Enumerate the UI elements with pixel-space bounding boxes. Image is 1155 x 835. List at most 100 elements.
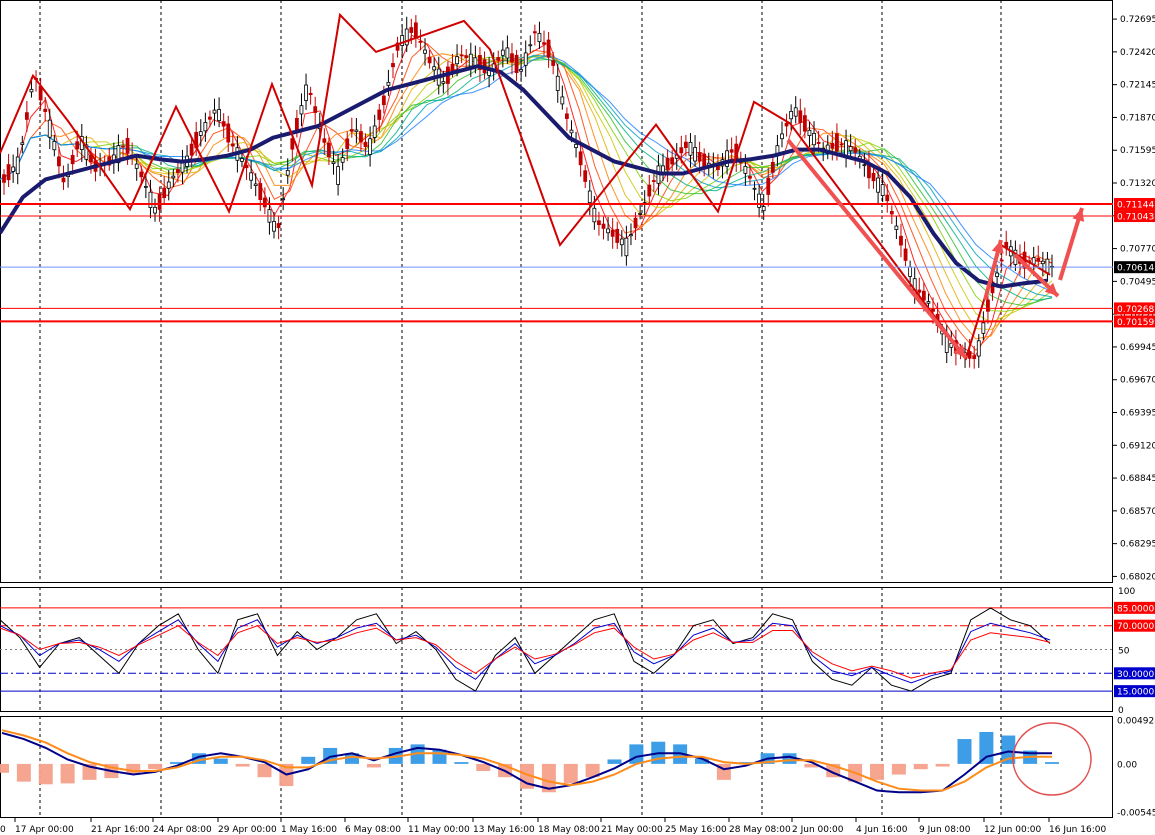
candle-body xyxy=(336,166,340,185)
candle-body xyxy=(226,123,231,143)
candle-body xyxy=(555,75,560,91)
osc-tick-label: 100 xyxy=(1118,587,1135,597)
candle-body xyxy=(514,54,519,73)
macd-histogram-bar xyxy=(563,763,578,784)
macd-histogram-bar xyxy=(366,763,381,768)
candle-body xyxy=(6,164,11,181)
time-tick-label: 18 May 08:00 xyxy=(538,825,600,835)
candle-body xyxy=(839,143,844,146)
time-tick-label: 13 May 16:00 xyxy=(473,825,535,835)
candle-body xyxy=(683,141,688,148)
macd-histogram-bar xyxy=(16,763,31,782)
price-tick-label: 0.71320 xyxy=(1120,179,1155,189)
candle-body xyxy=(510,53,514,63)
candle-body xyxy=(240,158,244,162)
candle-body xyxy=(835,133,839,152)
candle-body xyxy=(551,60,556,66)
time-tick-label: 9 Jun 08:00 xyxy=(919,825,971,835)
candle-body xyxy=(812,133,816,146)
candle-body xyxy=(253,183,258,186)
candle-body xyxy=(665,157,670,170)
price-tick-label: 0.68570 xyxy=(1120,507,1155,517)
candle-body xyxy=(125,137,130,154)
price-tick-label: 0.72420 xyxy=(1120,48,1155,58)
candle-body xyxy=(221,121,226,127)
candle-body xyxy=(981,322,986,334)
candle-body xyxy=(327,142,331,158)
price-tick-label: 0.68295 xyxy=(1120,540,1155,550)
candle-body xyxy=(157,193,162,210)
candle-body xyxy=(908,266,913,277)
price-tick-label: 0.68845 xyxy=(1120,474,1155,484)
candle-body xyxy=(647,184,652,197)
candle-body xyxy=(986,299,990,312)
candle-body xyxy=(780,133,784,140)
candle-body xyxy=(423,49,427,54)
time-tick-label: 11 May 00:00 xyxy=(408,825,470,835)
candle-body xyxy=(633,217,638,229)
candle-body xyxy=(880,184,885,196)
candle-body xyxy=(368,138,373,155)
candle-body xyxy=(409,27,414,33)
candle-body xyxy=(322,138,327,143)
candle-body xyxy=(592,207,597,223)
candle-body xyxy=(578,151,583,166)
candle-body xyxy=(766,177,771,195)
level-tag-label: 0.70268 xyxy=(1117,305,1154,315)
level-tag-label: 0.71043 xyxy=(1117,213,1154,223)
candle-body xyxy=(926,301,931,304)
level-tag-label: 0.70614 xyxy=(1117,264,1154,274)
pane-frame xyxy=(0,716,1113,818)
candle-body xyxy=(176,169,180,173)
macd-tick-label: -0.00545 xyxy=(1117,809,1155,819)
candle-body xyxy=(1031,257,1036,265)
time-tick-label: 21 Apr 16:00 xyxy=(91,825,150,835)
macd-histogram-bar xyxy=(235,763,250,767)
candle-body xyxy=(505,47,510,59)
candle-body xyxy=(999,259,1004,262)
candle-body xyxy=(459,54,464,57)
candle-body xyxy=(468,53,473,67)
chart-canvas[interactable]: 0.72695 0.72420 0.72145 0.71870 0.71595 0.713… xyxy=(0,0,1155,835)
time-tick-label: 17 Apr 00:00 xyxy=(15,825,74,835)
candle-body xyxy=(331,161,336,164)
macd-histogram-bar xyxy=(148,763,163,770)
candle-body xyxy=(587,190,592,204)
candle-body xyxy=(450,63,455,72)
candle-body xyxy=(693,147,697,162)
candle-body xyxy=(386,81,391,86)
candle-body xyxy=(651,180,656,182)
candle-body xyxy=(258,183,263,200)
candle-body xyxy=(697,152,702,162)
time-tick-label: 24 Apr 08:00 xyxy=(153,825,212,835)
macd-tick-label: 0.004928 xyxy=(1117,717,1155,727)
osc-level-label: 30.0000 xyxy=(1117,670,1154,680)
macd-tick-label: 0.00 xyxy=(1117,760,1137,770)
candle-body xyxy=(1040,260,1045,265)
macd-histogram-bar xyxy=(979,731,994,764)
candle-body xyxy=(377,109,382,120)
candle-body xyxy=(798,110,803,123)
candle-body xyxy=(615,228,620,243)
candle-body xyxy=(748,175,752,179)
candle-body xyxy=(569,129,574,134)
candle-body xyxy=(624,237,629,257)
candle-body xyxy=(217,109,221,122)
osc-level-label: 70.0000 xyxy=(1117,622,1154,632)
candle-body xyxy=(523,52,528,66)
time-tick-label: 4 Jun 16:00 xyxy=(856,825,908,835)
candle-body xyxy=(921,290,926,301)
candle-body xyxy=(619,238,624,246)
chart-window: 0.72695 0.72420 0.72145 0.71870 0.71595 0.713… xyxy=(0,0,1155,835)
candle-body xyxy=(802,115,807,132)
candle-body xyxy=(15,156,20,175)
candle-body xyxy=(729,149,734,153)
candle-body xyxy=(139,171,144,178)
candle-body xyxy=(354,129,359,132)
candle-body xyxy=(162,187,167,199)
candle-body xyxy=(308,92,313,96)
candle-body xyxy=(542,42,546,45)
candle-body xyxy=(876,177,880,193)
osc-tick-label: 50 xyxy=(1118,647,1130,657)
candle-body xyxy=(57,156,61,167)
